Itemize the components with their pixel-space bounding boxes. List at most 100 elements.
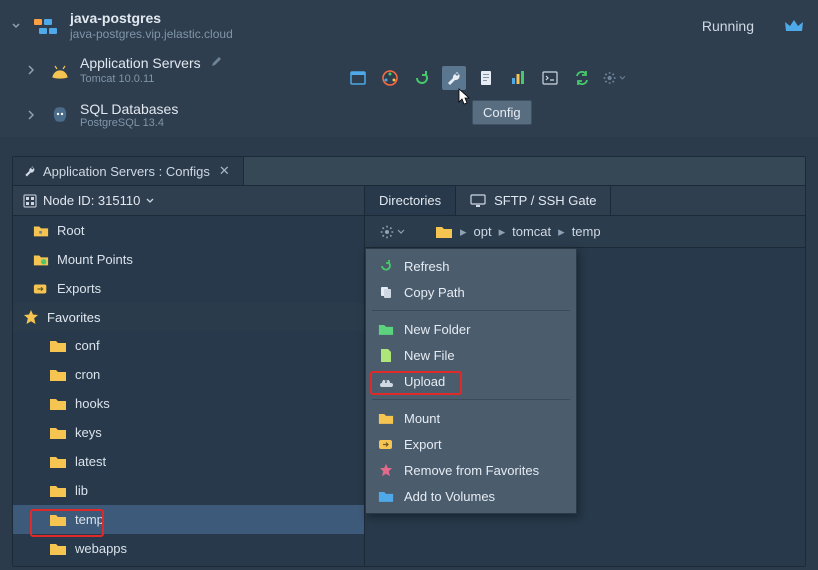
- crown-icon[interactable]: [764, 18, 804, 34]
- tomcat-icon: [50, 60, 70, 80]
- folder-label: webapps: [75, 541, 127, 556]
- folder-label: lib: [75, 483, 88, 498]
- environment-name[interactable]: java-postgres: [70, 10, 692, 26]
- node-selector[interactable]: Node ID: 315110: [13, 186, 364, 216]
- folder-icon: [49, 455, 67, 469]
- tree-label: Exports: [57, 281, 101, 296]
- separator: [372, 310, 570, 311]
- tree-folder-hooks[interactable]: hooks: [13, 389, 364, 418]
- tab-label: Application Servers : Configs: [43, 164, 210, 179]
- tab-label: Directories: [379, 193, 441, 208]
- edit-icon[interactable]: [204, 56, 222, 71]
- breadcrumb-item[interactable]: temp: [572, 224, 601, 239]
- tab-sftp[interactable]: SFTP / SSH Gate: [456, 186, 611, 215]
- tooltip: Config: [472, 100, 532, 125]
- expand-layer-icon[interactable]: [26, 110, 40, 120]
- folder-label: keys: [75, 425, 102, 440]
- browser-icon[interactable]: [346, 66, 370, 90]
- mount-icon: [33, 252, 49, 268]
- upload-icon: [378, 374, 394, 388]
- tree-folder-cron[interactable]: cron: [13, 360, 364, 389]
- ctx-label: New File: [404, 348, 455, 363]
- ctx-label: Upload: [404, 374, 445, 389]
- folder-icon: [49, 397, 67, 411]
- folder-icon: [378, 412, 394, 425]
- ctx-remove-favorite[interactable]: Remove from Favorites: [366, 457, 576, 483]
- tab-label: SFTP / SSH Gate: [494, 193, 596, 208]
- folder-icon: [49, 542, 67, 556]
- environment-icon: [34, 15, 60, 37]
- ctx-add-volume[interactable]: Add to Volumes: [366, 483, 576, 509]
- tree-folder-latest[interactable]: latest: [13, 447, 364, 476]
- ctx-export[interactable]: Export: [366, 431, 576, 457]
- folder-icon: [49, 368, 67, 382]
- ctx-new-folder[interactable]: New Folder: [366, 316, 576, 342]
- postgres-icon: [50, 105, 70, 125]
- ctx-label: Remove from Favorites: [404, 463, 539, 478]
- actions-gear-button[interactable]: [375, 222, 409, 242]
- tree-label: Root: [57, 223, 84, 238]
- settings-gear-icon[interactable]: [602, 66, 626, 90]
- layer-sql[interactable]: SQL Databases: [80, 101, 178, 117]
- environment-host: java-postgres.vip.jelastic.cloud: [70, 27, 692, 41]
- tab-directories[interactable]: Directories: [365, 186, 456, 215]
- folder-icon[interactable]: [435, 225, 453, 239]
- tree-label: Mount Points: [57, 252, 133, 267]
- folder-label: hooks: [75, 396, 110, 411]
- ctx-label: New Folder: [404, 322, 470, 337]
- ssh-icon[interactable]: [538, 66, 562, 90]
- tree-folder-lib[interactable]: lib: [13, 476, 364, 505]
- chevron-down-icon: [146, 197, 154, 205]
- ctx-new-file[interactable]: New File: [366, 342, 576, 368]
- environment-status: Running: [702, 18, 754, 34]
- folder-label: latest: [75, 454, 106, 469]
- root-folder-icon: [33, 223, 49, 239]
- ctx-label: Add to Volumes: [404, 489, 495, 504]
- tree-exports[interactable]: Exports: [13, 274, 364, 303]
- copy-icon: [378, 285, 394, 299]
- volume-icon: [378, 490, 394, 503]
- breadcrumb-separator: ▸: [459, 224, 468, 240]
- star-remove-icon: [378, 463, 394, 477]
- layer-app-servers[interactable]: Application Servers: [80, 55, 201, 71]
- restart-icon[interactable]: [410, 66, 434, 90]
- ctx-mount[interactable]: Mount: [366, 405, 576, 431]
- breadcrumb-item[interactable]: opt: [474, 224, 492, 239]
- tree-mount-points[interactable]: Mount Points: [13, 245, 364, 274]
- wrench-icon: [23, 164, 37, 178]
- config-panel: Application Servers : Configs ✕ Node ID:…: [12, 156, 806, 567]
- layer-toolbar: Config: [346, 66, 626, 90]
- export-icon: [33, 281, 49, 297]
- layer-sub: PostgreSQL 13.4: [80, 117, 178, 129]
- star-icon: [23, 309, 39, 325]
- context-menu: Refresh Copy Path New Folder New File: [365, 248, 577, 514]
- highlight-temp-folder: [30, 509, 104, 537]
- folder-icon: [49, 339, 67, 353]
- ctx-label: Mount: [404, 411, 440, 426]
- ctx-copy-path[interactable]: Copy Path: [366, 279, 576, 305]
- addon-icon[interactable]: [378, 66, 402, 90]
- favorites-header[interactable]: Favorites: [13, 303, 364, 331]
- ctx-refresh[interactable]: Refresh: [366, 253, 576, 279]
- config-icon[interactable]: [442, 66, 466, 90]
- monitor-icon: [470, 194, 486, 208]
- node-id: Node ID: 315110: [43, 193, 140, 208]
- close-tab-icon[interactable]: ✕: [216, 163, 233, 179]
- tree-folder-keys[interactable]: keys: [13, 418, 364, 447]
- tree-root[interactable]: Root: [13, 216, 364, 245]
- ctx-label: Copy Path: [404, 285, 465, 300]
- log-icon[interactable]: [474, 66, 498, 90]
- tree-folder-webapps[interactable]: webapps: [13, 534, 364, 563]
- collapse-env-icon[interactable]: [10, 20, 24, 32]
- breadcrumb-item[interactable]: tomcat: [512, 224, 551, 239]
- stats-icon[interactable]: [506, 66, 530, 90]
- config-tab[interactable]: Application Servers : Configs ✕: [13, 157, 244, 185]
- folder-label: conf: [75, 338, 100, 353]
- tree-folder-conf[interactable]: conf: [13, 331, 364, 360]
- layer-sub: Tomcat 10.0.11: [80, 73, 222, 85]
- redeploy-icon[interactable]: [570, 66, 594, 90]
- ctx-upload[interactable]: Upload: [366, 368, 576, 394]
- expand-layer-icon[interactable]: [26, 65, 40, 75]
- breadcrumb-separator: ▸: [498, 224, 507, 240]
- ctx-label: Export: [404, 437, 442, 452]
